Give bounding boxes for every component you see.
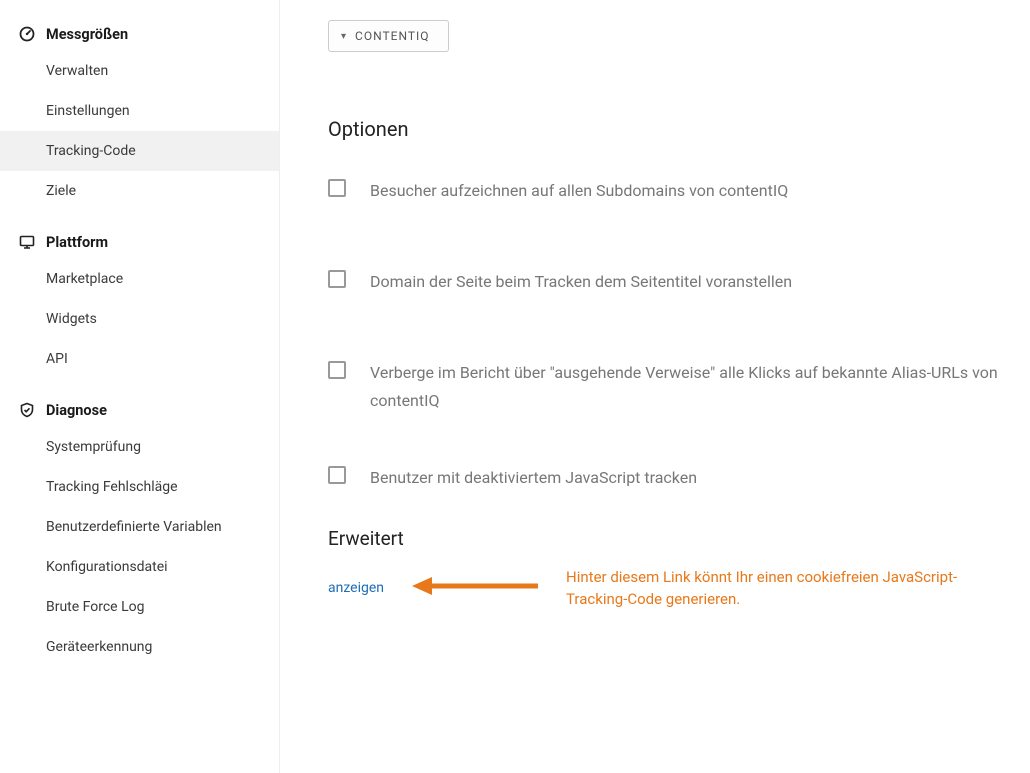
sidebar-header-plattform[interactable]: Plattform <box>0 223 279 259</box>
checkbox-hide-alias-clicks[interactable] <box>328 361 346 379</box>
sidebar-section-title: Diagnose <box>46 402 107 419</box>
main-content: ▾ CONTENTIQ Optionen Besucher aufzeichne… <box>280 0 1030 773</box>
monitor-icon <box>18 233 36 251</box>
sidebar-section-diagnose: Diagnose Systemprüfung Tracking Fehlschl… <box>0 391 279 667</box>
option-label: Besucher aufzeichnen auf allen Subdomain… <box>370 177 788 204</box>
checkbox-prepend-domain[interactable] <box>328 270 346 288</box>
advanced-heading: Erweitert <box>328 527 1000 550</box>
advanced-section: Erweitert anzeigen Hinter diesem Link kö… <box>328 527 1000 611</box>
shield-icon <box>18 401 36 419</box>
sidebar-section-plattform: Plattform Marketplace Widgets API <box>0 223 279 379</box>
option-hide-alias-clicks: Verberge im Bericht über "ausgehende Ver… <box>328 359 1000 413</box>
option-prepend-domain: Domain der Seite beim Tracken dem Seiten… <box>328 268 1000 295</box>
arrow-left-icon <box>410 574 540 602</box>
site-selector-label: CONTENTIQ <box>355 29 430 43</box>
sidebar-section-messgroessen: Messgrößen Verwalten Einstellungen Track… <box>0 15 279 211</box>
sidebar-section-title: Plattform <box>46 234 108 251</box>
sidebar-section-title: Messgrößen <box>46 26 128 43</box>
site-selector-dropdown[interactable]: ▾ CONTENTIQ <box>328 20 449 52</box>
checkbox-track-subdomains[interactable] <box>328 179 346 197</box>
sidebar-header-messgroessen[interactable]: Messgrößen <box>0 15 279 51</box>
show-advanced-link[interactable]: anzeigen <box>328 580 384 596</box>
annotation-text: Hinter diesem Link könnt Ihr einen cooki… <box>566 566 966 611</box>
sidebar-item-konfigurationsdatei[interactable]: Konfigurationsdatei <box>0 547 279 587</box>
advanced-row: anzeigen Hinter diesem Link könnt Ihr ei… <box>328 566 1000 611</box>
sidebar-item-api[interactable]: API <box>0 339 279 379</box>
option-track-subdomains: Besucher aufzeichnen auf allen Subdomain… <box>328 177 1000 204</box>
sidebar-item-verwalten[interactable]: Verwalten <box>0 51 279 91</box>
option-label: Benutzer mit deaktiviertem JavaScript tr… <box>370 464 697 491</box>
sidebar-item-geraeteerkennung[interactable]: Geräteerkennung <box>0 627 279 667</box>
sidebar-item-marketplace[interactable]: Marketplace <box>0 259 279 299</box>
checkbox-track-no-js[interactable] <box>328 466 346 484</box>
options-heading: Optionen <box>328 117 1000 141</box>
sidebar-item-widgets[interactable]: Widgets <box>0 299 279 339</box>
sidebar-item-systempruefung[interactable]: Systemprüfung <box>0 427 279 467</box>
option-label: Domain der Seite beim Tracken dem Seiten… <box>370 268 792 295</box>
sidebar-header-diagnose[interactable]: Diagnose <box>0 391 279 427</box>
caret-down-icon: ▾ <box>341 31 347 42</box>
gauge-icon <box>18 25 36 43</box>
sidebar-item-tracking-fehlschlaege[interactable]: Tracking Fehlschläge <box>0 467 279 507</box>
sidebar-item-brute-force-log[interactable]: Brute Force Log <box>0 587 279 627</box>
sidebar-item-benutzerdefinierte-variablen[interactable]: Benutzerdefinierte Variablen <box>0 507 279 547</box>
sidebar: Messgrößen Verwalten Einstellungen Track… <box>0 0 280 773</box>
option-label: Verberge im Bericht über "ausgehende Ver… <box>370 359 1000 413</box>
sidebar-item-tracking-code[interactable]: Tracking-Code <box>0 131 279 171</box>
sidebar-item-ziele[interactable]: Ziele <box>0 171 279 211</box>
option-track-no-js: Benutzer mit deaktiviertem JavaScript tr… <box>328 464 1000 491</box>
sidebar-item-einstellungen[interactable]: Einstellungen <box>0 91 279 131</box>
